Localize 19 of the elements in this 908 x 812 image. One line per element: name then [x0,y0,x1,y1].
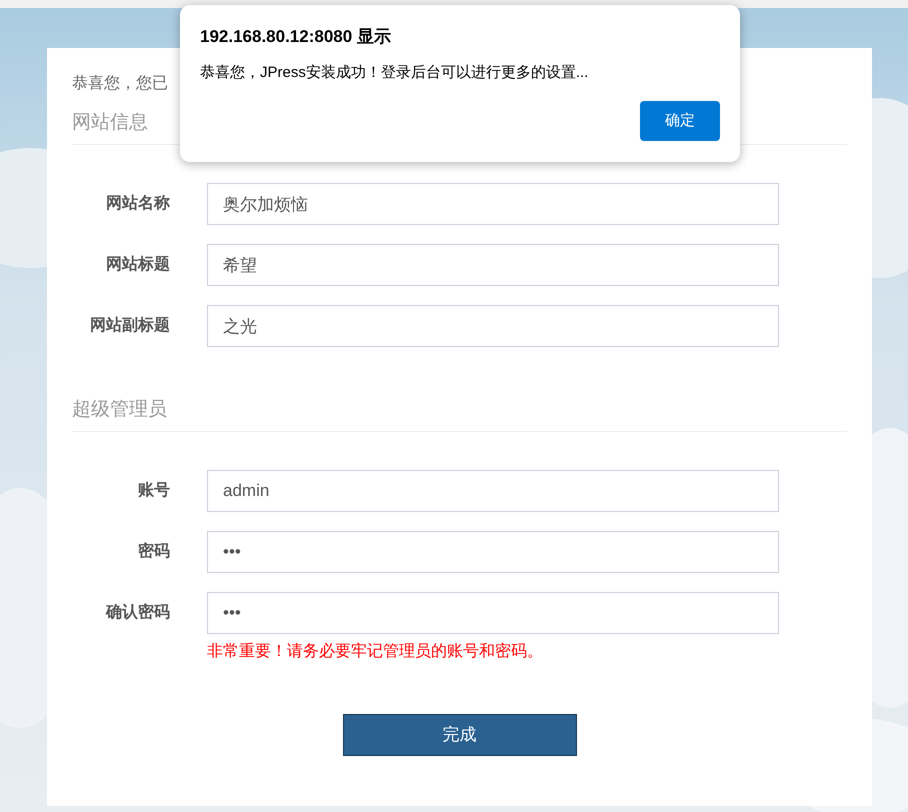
submit-button[interactable]: 完成 [342,714,576,756]
text-field[interactable]: admin [207,470,779,512]
ok-button[interactable]: 确定 [640,101,720,141]
warning-text: 非常重要！请务必要牢记管理员的账号和密码。 [207,643,543,660]
field-label: 账号 [138,480,170,501]
text-field[interactable]: 之光 [207,305,779,347]
dialog-title: 192.168.80.12:8080 显示 [200,26,392,48]
field-label: 网站名称 [106,194,170,214]
field-label: 网站副标题 [90,316,170,336]
field-label: 密码 [138,541,170,562]
field-label: 确认密码 [106,602,170,623]
dialog-message: 恭喜您，JPress安装成功！登录后台可以进行更多的设置... [200,63,590,83]
field-label: 网站标题 [106,254,170,275]
text-field[interactable]: 希望 [207,244,779,286]
section-title: 超级管理员 [72,397,847,432]
text-field[interactable]: ••• [207,531,779,573]
text-field[interactable]: ••• [207,592,779,634]
intro-text: 恭喜您，您已 [72,75,168,92]
text-field[interactable]: 奥尔加烦恼 [207,183,779,225]
